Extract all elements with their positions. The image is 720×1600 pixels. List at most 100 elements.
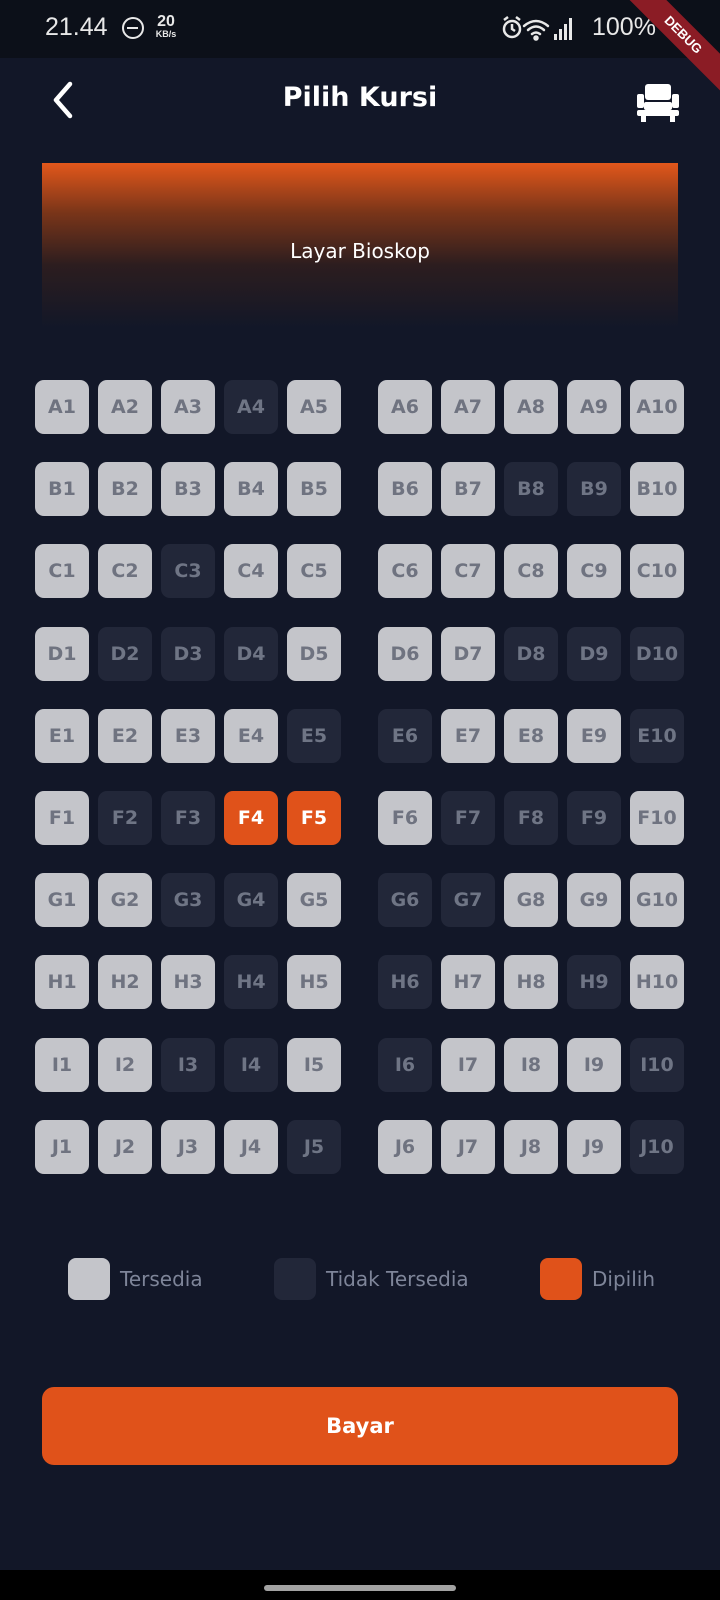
legend-available-swatch [68,1258,110,1300]
legend-selected: Dipilih [540,1258,655,1300]
home-gesture-handle[interactable] [264,1585,456,1591]
network-speed-value: 20 [157,13,175,30]
page-title: Pilih Kursi [282,82,438,113]
seat-J6[interactable]: J6 [378,1120,432,1174]
seat-F1[interactable]: F1 [35,791,89,845]
seat-C4[interactable]: C4 [224,544,278,598]
seat-I1[interactable]: I1 [35,1038,89,1092]
seat-G5[interactable]: G5 [287,873,341,927]
seat-A2[interactable]: A2 [98,380,152,434]
seat-H7[interactable]: H7 [441,955,495,1009]
seat-F2: F2 [98,791,152,845]
legend-available-label: Tersedia [120,1267,203,1291]
seat-D9: D9 [567,627,621,681]
seat-J8[interactable]: J8 [504,1120,558,1174]
seat-E1[interactable]: E1 [35,709,89,763]
seat-C8[interactable]: C8 [504,544,558,598]
seat-B7[interactable]: B7 [441,462,495,516]
seat-H9: H9 [567,955,621,1009]
seat-H6: H6 [378,955,432,1009]
seat-A3[interactable]: A3 [161,380,215,434]
seat-E3[interactable]: E3 [161,709,215,763]
seat-D5[interactable]: D5 [287,627,341,681]
seat-A9[interactable]: A9 [567,380,621,434]
seat-E10: E10 [630,709,684,763]
pay-button[interactable]: Bayar [42,1387,678,1465]
seat-F9: F9 [567,791,621,845]
seat-B2[interactable]: B2 [98,462,152,516]
seat-A10[interactable]: A10 [630,380,684,434]
seat-I9[interactable]: I9 [567,1038,621,1092]
seat-G10[interactable]: G10 [630,873,684,927]
seat-H10[interactable]: H10 [630,955,684,1009]
seat-G6: G6 [378,873,432,927]
seat-B6[interactable]: B6 [378,462,432,516]
seat-J7[interactable]: J7 [441,1120,495,1174]
seat-G8[interactable]: G8 [504,873,558,927]
legend-available: Tersedia [68,1258,203,1300]
seat-B10[interactable]: B10 [630,462,684,516]
seat-I7[interactable]: I7 [441,1038,495,1092]
seat-D7[interactable]: D7 [441,627,495,681]
seat-J4[interactable]: J4 [224,1120,278,1174]
seat-F10[interactable]: F10 [630,791,684,845]
seat-J3[interactable]: J3 [161,1120,215,1174]
seat-D2: D2 [98,627,152,681]
seat-A5[interactable]: A5 [287,380,341,434]
seat-E5: E5 [287,709,341,763]
seat-A8[interactable]: A8 [504,380,558,434]
seat-H5[interactable]: H5 [287,955,341,1009]
seat-map-button[interactable] [634,80,682,124]
seat-H3[interactable]: H3 [161,955,215,1009]
seat-A7[interactable]: A7 [441,380,495,434]
legend-selected-swatch [540,1258,582,1300]
seat-C5[interactable]: C5 [287,544,341,598]
seat-I2[interactable]: I2 [98,1038,152,1092]
seat-J5: J5 [287,1120,341,1174]
app-bar: Pilih Kursi [0,58,720,144]
seat-J9[interactable]: J9 [567,1120,621,1174]
seat-B3[interactable]: B3 [161,462,215,516]
seat-I8[interactable]: I8 [504,1038,558,1092]
legend-unavailable: Tidak Tersedia [274,1258,469,1300]
seat-C10[interactable]: C10 [630,544,684,598]
signal-icon [554,18,572,40]
status-bar: 21.44 20 KB/s 100% DEBUG [0,0,720,98]
seat-H2[interactable]: H2 [98,955,152,1009]
seat-A1[interactable]: A1 [35,380,89,434]
seat-H1[interactable]: H1 [35,955,89,1009]
cinema-screen-label: Layar Bioskop [290,239,430,263]
seat-D1[interactable]: D1 [35,627,89,681]
seat-G1[interactable]: G1 [35,873,89,927]
seat-C3: C3 [161,544,215,598]
seat-J2[interactable]: J2 [98,1120,152,1174]
seat-E8[interactable]: E8 [504,709,558,763]
seat-D10: D10 [630,627,684,681]
seat-C1[interactable]: C1 [35,544,89,598]
seat-G9[interactable]: G9 [567,873,621,927]
seat-C9[interactable]: C9 [567,544,621,598]
seat-J1[interactable]: J1 [35,1120,89,1174]
seat-E7[interactable]: E7 [441,709,495,763]
seat-E4[interactable]: E4 [224,709,278,763]
seat-F6[interactable]: F6 [378,791,432,845]
seat-D6[interactable]: D6 [378,627,432,681]
seat-C2[interactable]: C2 [98,544,152,598]
seat-C7[interactable]: C7 [441,544,495,598]
network-speed-unit: KB/s [155,29,177,39]
seat-B8: B8 [504,462,558,516]
seat-F4[interactable]: F4 [224,791,278,845]
seat-I5[interactable]: I5 [287,1038,341,1092]
seat-C6[interactable]: C6 [378,544,432,598]
seat-E9[interactable]: E9 [567,709,621,763]
seat-G4: G4 [224,873,278,927]
seat-B1[interactable]: B1 [35,462,89,516]
seat-B5[interactable]: B5 [287,462,341,516]
seat-G2[interactable]: G2 [98,873,152,927]
seat-H8[interactable]: H8 [504,955,558,1009]
seat-A6[interactable]: A6 [378,380,432,434]
seat-B4[interactable]: B4 [224,462,278,516]
seat-I6: I6 [378,1038,432,1092]
seat-F5[interactable]: F5 [287,791,341,845]
seat-E2[interactable]: E2 [98,709,152,763]
